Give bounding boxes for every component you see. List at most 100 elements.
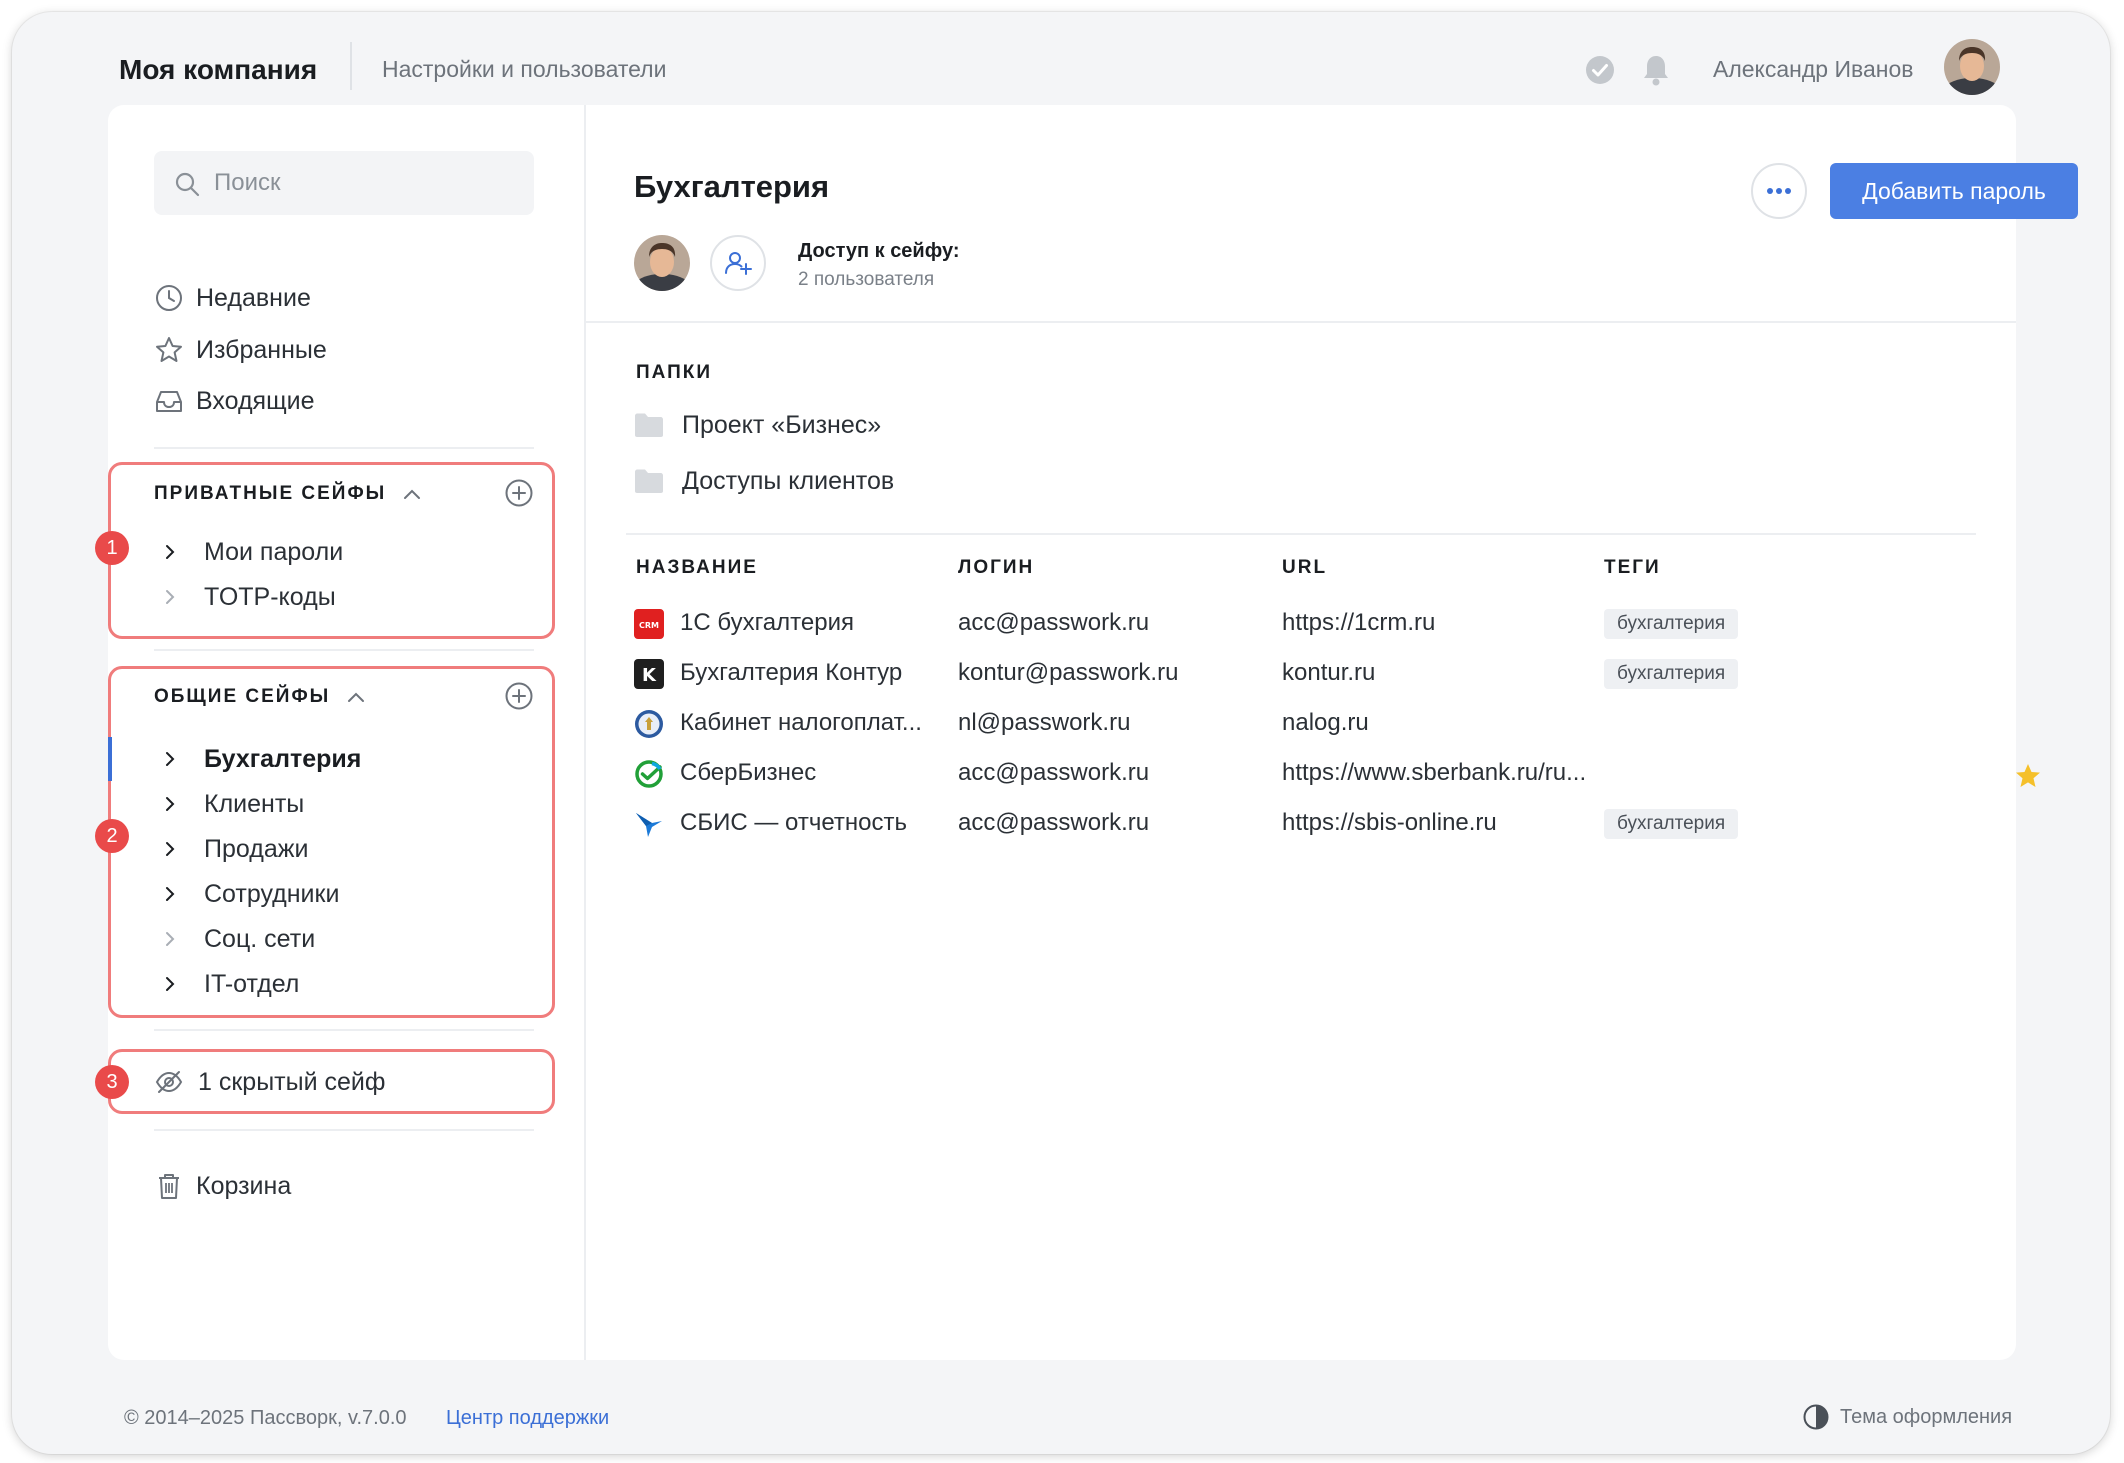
marker-1: 1 bbox=[95, 531, 129, 565]
vault-item-sales[interactable]: Продажи bbox=[162, 831, 308, 867]
password-row[interactable]: СберБизнес acc@passwork.ru https://www.s… bbox=[634, 755, 2040, 795]
add-password-button[interactable]: Добавить пароль bbox=[1830, 163, 2078, 219]
nav-favorites[interactable]: Избранные bbox=[154, 330, 327, 370]
company-name[interactable]: Моя компания bbox=[119, 54, 317, 86]
shared-vaults-title[interactable]: ОБЩИЕ СЕЙФЫ bbox=[154, 686, 366, 708]
private-vaults-title[interactable]: ПРИВАТНЫЕ СЕЙФЫ bbox=[154, 483, 422, 505]
password-row[interactable]: K Бухгалтерия Контур kontur@passwork.ru … bbox=[634, 655, 1984, 695]
entry-url[interactable]: kontur.ru bbox=[1282, 659, 1598, 687]
hidden-vaults-label: 1 скрытый сейф bbox=[198, 1067, 386, 1096]
chevron-right-icon[interactable] bbox=[162, 796, 178, 812]
avatar-image bbox=[634, 235, 690, 291]
nalog-emblem-icon bbox=[635, 710, 663, 738]
chevron-right-icon[interactable] bbox=[162, 841, 178, 857]
list-divider bbox=[626, 533, 1976, 535]
vault-access-title: Доступ к сейфу: bbox=[798, 240, 960, 262]
active-vault-indicator bbox=[108, 737, 112, 781]
chevron-up-icon[interactable] bbox=[402, 488, 422, 500]
chevron-right-icon[interactable] bbox=[162, 751, 178, 767]
add-shared-vault-icon[interactable] bbox=[504, 681, 534, 711]
chevron-right-icon[interactable] bbox=[162, 589, 178, 605]
vault-item-employees[interactable]: Сотрудники bbox=[162, 876, 339, 912]
favorite-star-icon[interactable] bbox=[2014, 762, 2042, 790]
vault-item-accounting[interactable]: Бухгалтерия bbox=[162, 741, 361, 777]
chevron-right-icon[interactable] bbox=[162, 931, 178, 947]
vault-label: Мои пароли bbox=[204, 537, 344, 566]
vault-item-social[interactable]: Соц. сети bbox=[162, 921, 315, 957]
vault-member-avatar[interactable] bbox=[634, 235, 690, 291]
password-row[interactable]: Кабинет налогоплат... nl@passwork.ru nal… bbox=[634, 705, 1984, 745]
folder-item[interactable]: Доступы клиентов bbox=[634, 461, 894, 501]
vault-item-my-passwords[interactable]: Мои пароли bbox=[162, 534, 343, 570]
vault-item-totp[interactable]: TOTP-коды bbox=[162, 579, 336, 615]
main-card: Поиск Недавние Избранные Входящие 1 ПРИВ… bbox=[95, 105, 2078, 1360]
kontur-icon: K bbox=[634, 659, 664, 689]
sidebar-divider bbox=[154, 1129, 534, 1131]
vault-item-clients[interactable]: Клиенты bbox=[162, 786, 304, 822]
vault-label: Соц. сети bbox=[204, 924, 316, 953]
search-icon bbox=[175, 172, 200, 197]
folder-item[interactable]: Проект «Бизнес» bbox=[634, 405, 881, 445]
entry-login[interactable]: acc@passwork.ru bbox=[958, 809, 1268, 837]
sidebar-divider bbox=[154, 447, 534, 449]
entry-tag[interactable]: бухгалтерия bbox=[1604, 809, 1739, 839]
nav-favorites-label: Избранные bbox=[196, 335, 327, 364]
clock-icon bbox=[156, 285, 182, 311]
theme-toggle[interactable]: Тема оформления bbox=[1802, 1403, 2012, 1431]
chevron-up-icon[interactable] bbox=[346, 691, 366, 703]
user-avatar[interactable] bbox=[1944, 39, 2000, 95]
check-icon[interactable] bbox=[1585, 55, 1615, 85]
entry-url[interactable]: https://www.sberbank.ru/ru... bbox=[1282, 759, 1598, 787]
folder-icon bbox=[635, 413, 663, 437]
chevron-right-icon[interactable] bbox=[162, 886, 178, 902]
vault-label: Сотрудники bbox=[204, 879, 340, 908]
trash-icon bbox=[159, 1174, 179, 1199]
vault-label: Бухгалтерия bbox=[204, 744, 362, 773]
invite-user-button[interactable] bbox=[710, 235, 766, 291]
bell-icon[interactable] bbox=[1640, 53, 1672, 87]
column-header-name[interactable]: НАЗВАНИЕ bbox=[636, 557, 758, 579]
search-input[interactable]: Поиск bbox=[154, 151, 534, 215]
nav-recent[interactable]: Недавние bbox=[154, 278, 311, 318]
column-header-login[interactable]: ЛОГИН bbox=[958, 557, 1034, 579]
support-link[interactable]: Центр поддержки bbox=[446, 1407, 609, 1430]
hidden-vaults-toggle[interactable]: 1 скрытый сейф bbox=[154, 1064, 385, 1100]
chevron-right-icon[interactable] bbox=[162, 976, 178, 992]
entry-url[interactable]: https://1crm.ru bbox=[1282, 609, 1598, 637]
password-row[interactable]: CRM 1С бухгалтерия acc@passwork.ru https… bbox=[634, 605, 1984, 645]
sbis-bird-icon bbox=[636, 813, 662, 837]
entry-login[interactable]: kontur@passwork.ru bbox=[958, 659, 1268, 687]
entry-tag[interactable]: бухгалтерия bbox=[1604, 659, 1739, 689]
nav-trash[interactable]: Корзина bbox=[154, 1166, 291, 1206]
vault-label: Продажи bbox=[204, 834, 309, 863]
contrast-icon bbox=[1803, 1404, 1829, 1430]
entry-login[interactable]: acc@passwork.ru bbox=[958, 759, 1268, 787]
shared-vaults-title-text: ОБЩИЕ СЕЙФЫ bbox=[154, 686, 331, 707]
entry-name: 1С бухгалтерия bbox=[680, 609, 854, 636]
entry-login[interactable]: nl@passwork.ru bbox=[958, 709, 1268, 737]
more-options-button[interactable] bbox=[1751, 163, 1807, 219]
vault-item-it[interactable]: IT-отдел bbox=[162, 966, 299, 1002]
settings-link[interactable]: Настройки и пользователи bbox=[382, 56, 666, 83]
vault-access-count[interactable]: 2 пользователя bbox=[798, 269, 934, 291]
password-row[interactable]: СБИС — отчетность acc@passwork.ru https:… bbox=[634, 805, 1984, 845]
vault-label: IT-отдел bbox=[204, 969, 300, 998]
sber-icon bbox=[635, 760, 663, 788]
entry-tag[interactable]: бухгалтерия bbox=[1604, 609, 1739, 639]
nav-inbox[interactable]: Входящие bbox=[154, 381, 315, 421]
column-header-tags[interactable]: ТЕГИ bbox=[1604, 557, 1661, 579]
entry-name: СБИС — отчетность bbox=[680, 809, 907, 836]
column-header-url[interactable]: URL bbox=[1282, 557, 1327, 579]
entry-url[interactable]: nalog.ru bbox=[1282, 709, 1598, 737]
entry-name: СберБизнес bbox=[680, 759, 817, 786]
search-placeholder: Поиск bbox=[214, 169, 281, 196]
user-name[interactable]: Александр Иванов bbox=[1713, 56, 1913, 83]
nav-trash-label: Корзина bbox=[196, 1171, 292, 1200]
chevron-right-icon[interactable] bbox=[162, 544, 178, 560]
crm-icon: CRM bbox=[634, 609, 664, 639]
sidebar-divider bbox=[154, 649, 534, 651]
entry-url[interactable]: https://sbis-online.ru bbox=[1282, 809, 1598, 837]
add-private-vault-icon[interactable] bbox=[504, 478, 534, 508]
entry-login[interactable]: acc@passwork.ru bbox=[958, 609, 1268, 637]
sidebar-divider bbox=[154, 1029, 534, 1031]
